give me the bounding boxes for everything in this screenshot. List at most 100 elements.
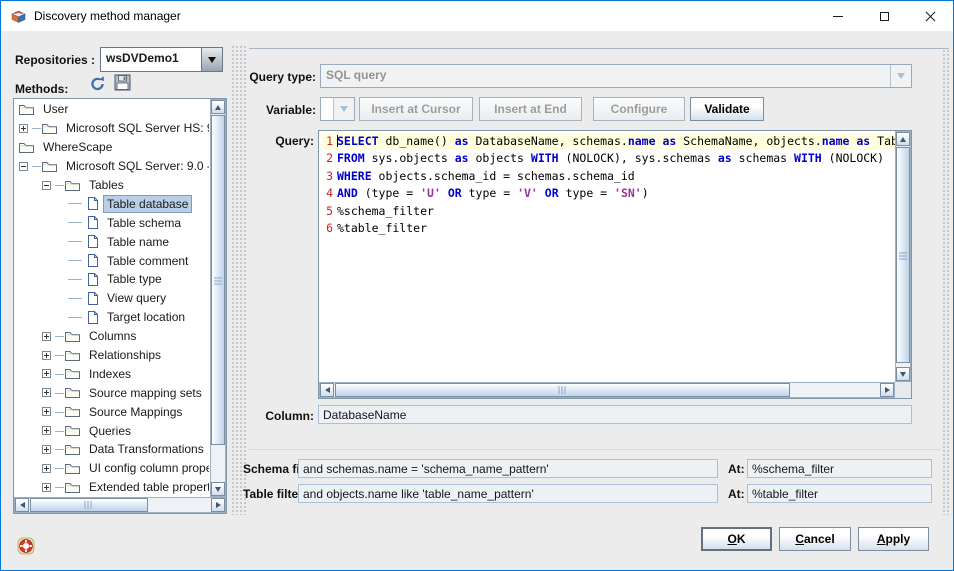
tree-item[interactable]: Microsoft SQL Server HS: 9.0 (15, 119, 209, 138)
scrollbar-thumb[interactable] (335, 383, 790, 397)
folder-icon (64, 462, 81, 475)
method-tree[interactable]: UserMicrosoft SQL Server HS: 9.0WhereSca… (13, 98, 227, 514)
column-field[interactable]: DatabaseName (318, 405, 912, 424)
folder-icon (41, 122, 58, 135)
tree-item[interactable]: Relationships (15, 346, 209, 365)
repositories-value: wsDVDemo1 (101, 48, 201, 71)
scroll-down-button[interactable] (896, 367, 910, 381)
expand-toggle-icon[interactable] (19, 124, 28, 133)
tree-item[interactable]: Tables (15, 176, 209, 195)
code-line: 1SELECT db_name() as DatabaseName, schem… (322, 133, 895, 150)
window-title: Discovery method manager (34, 1, 181, 31)
tree-item[interactable]: WhereScape (15, 138, 209, 157)
refresh-methods-button[interactable] (89, 75, 106, 95)
tree-item-label: Source mapping sets (85, 384, 206, 402)
close-button[interactable] (907, 1, 953, 31)
query-type-select[interactable]: SQL query (320, 64, 912, 88)
tree-item[interactable]: Table comment (15, 251, 209, 270)
table-filter-field[interactable]: and objects.name like 'table_name_patter… (298, 484, 718, 503)
tree-connector-line (55, 185, 64, 186)
tree-item[interactable]: Table database (15, 194, 209, 213)
collapse-toggle-icon[interactable] (19, 162, 28, 171)
expand-toggle-icon[interactable] (42, 483, 51, 492)
scroll-right-button[interactable] (211, 498, 225, 512)
triangle-up-icon (215, 105, 221, 110)
scrollbar-thumb[interactable] (30, 498, 148, 512)
tree-connector-line (68, 317, 82, 318)
column-label: Column: (241, 409, 314, 423)
folder-icon (64, 405, 81, 418)
insert-at-end-button[interactable]: Insert at End (479, 97, 582, 121)
query-text-area[interactable]: 1SELECT db_name() as DatabaseName, schem… (319, 131, 895, 382)
scroll-down-button[interactable] (211, 482, 225, 496)
repositories-select[interactable]: wsDVDemo1 (100, 47, 223, 72)
folder-icon (64, 443, 81, 456)
tree-vertical-scrollbar[interactable] (210, 99, 226, 497)
repositories-dropdown-button[interactable] (201, 48, 222, 71)
document-icon (87, 234, 99, 249)
collapse-toggle-icon[interactable] (42, 181, 51, 190)
tree-item[interactable]: View query (15, 289, 209, 308)
help-button[interactable] (17, 537, 35, 558)
tree-item[interactable]: Data Transformations (15, 440, 209, 459)
expand-toggle-icon[interactable] (42, 426, 51, 435)
scroll-left-button[interactable] (15, 498, 29, 512)
document-icon (87, 291, 99, 306)
tree-horizontal-scrollbar[interactable] (14, 497, 226, 513)
tree-connector-line (55, 487, 64, 488)
right-edge-splitter (942, 49, 950, 515)
apply-button[interactable]: Apply (858, 527, 929, 551)
expand-toggle-icon[interactable] (42, 407, 51, 416)
tree-item[interactable]: Target location (15, 308, 209, 327)
variable-dropdown-button (333, 98, 354, 120)
folder-icon (18, 103, 35, 116)
tree-item[interactable]: Source Mappings (15, 402, 209, 421)
schema-filter-field[interactable]: and schemas.name = 'schema_name_pattern' (298, 459, 718, 478)
insert-at-cursor-button[interactable]: Insert at Cursor (359, 97, 473, 121)
tree-item-label: WhereScape (39, 138, 116, 156)
scrollbar-thumb[interactable] (211, 115, 225, 445)
tree-item-label: Microsoft SQL Server: 9.0 - (62, 157, 209, 175)
configure-button[interactable]: Configure (593, 97, 685, 121)
scroll-up-button[interactable] (211, 100, 225, 114)
validate-button[interactable]: Validate (690, 97, 764, 121)
methods-label: Methods: (15, 82, 68, 96)
scroll-up-button[interactable] (896, 132, 910, 146)
tree-item[interactable]: User (15, 100, 209, 119)
schema-at-field[interactable]: %schema_filter (747, 459, 932, 478)
minimize-button[interactable] (815, 1, 861, 31)
cancel-button[interactable]: Cancel (779, 527, 851, 551)
tree-item[interactable]: Extended table properties (15, 478, 209, 496)
triangle-up-icon (900, 137, 906, 142)
triangle-right-icon (885, 387, 890, 393)
tree-item[interactable]: Source mapping sets (15, 383, 209, 402)
tree-item[interactable]: Queries (15, 421, 209, 440)
tree-item[interactable]: Table name (15, 232, 209, 251)
variable-select[interactable] (320, 97, 355, 121)
scroll-right-button[interactable] (880, 383, 894, 397)
tree-item[interactable]: UI config column properties (15, 459, 209, 478)
tree-item[interactable]: Table schema (15, 213, 209, 232)
maximize-button[interactable] (861, 1, 907, 31)
ok-button[interactable]: OK (701, 527, 772, 551)
scrollbar-thumb[interactable] (896, 147, 910, 363)
expand-toggle-icon[interactable] (42, 351, 51, 360)
tree-item[interactable]: Table type (15, 270, 209, 289)
scroll-left-button[interactable] (320, 383, 334, 397)
tree-item[interactable]: Columns (15, 327, 209, 346)
expand-toggle-icon[interactable] (42, 332, 51, 341)
table-at-field[interactable]: %table_filter (747, 484, 932, 503)
expand-toggle-icon[interactable] (42, 369, 51, 378)
app-cube-icon (10, 8, 27, 25)
editor-horizontal-scrollbar[interactable] (319, 382, 895, 398)
editor-vertical-scrollbar[interactable] (895, 131, 911, 382)
tree-item-label: Target location (103, 308, 189, 326)
expand-toggle-icon[interactable] (42, 388, 51, 397)
tree-connector-line (68, 298, 82, 299)
save-methods-button[interactable] (114, 74, 131, 94)
tree-item[interactable]: Microsoft SQL Server: 9.0 - (15, 157, 209, 176)
expand-toggle-icon[interactable] (42, 445, 51, 454)
expand-toggle-icon[interactable] (42, 464, 51, 473)
tree-item[interactable]: Indexes (15, 364, 209, 383)
query-editor[interactable]: 1SELECT db_name() as DatabaseName, schem… (318, 130, 912, 399)
